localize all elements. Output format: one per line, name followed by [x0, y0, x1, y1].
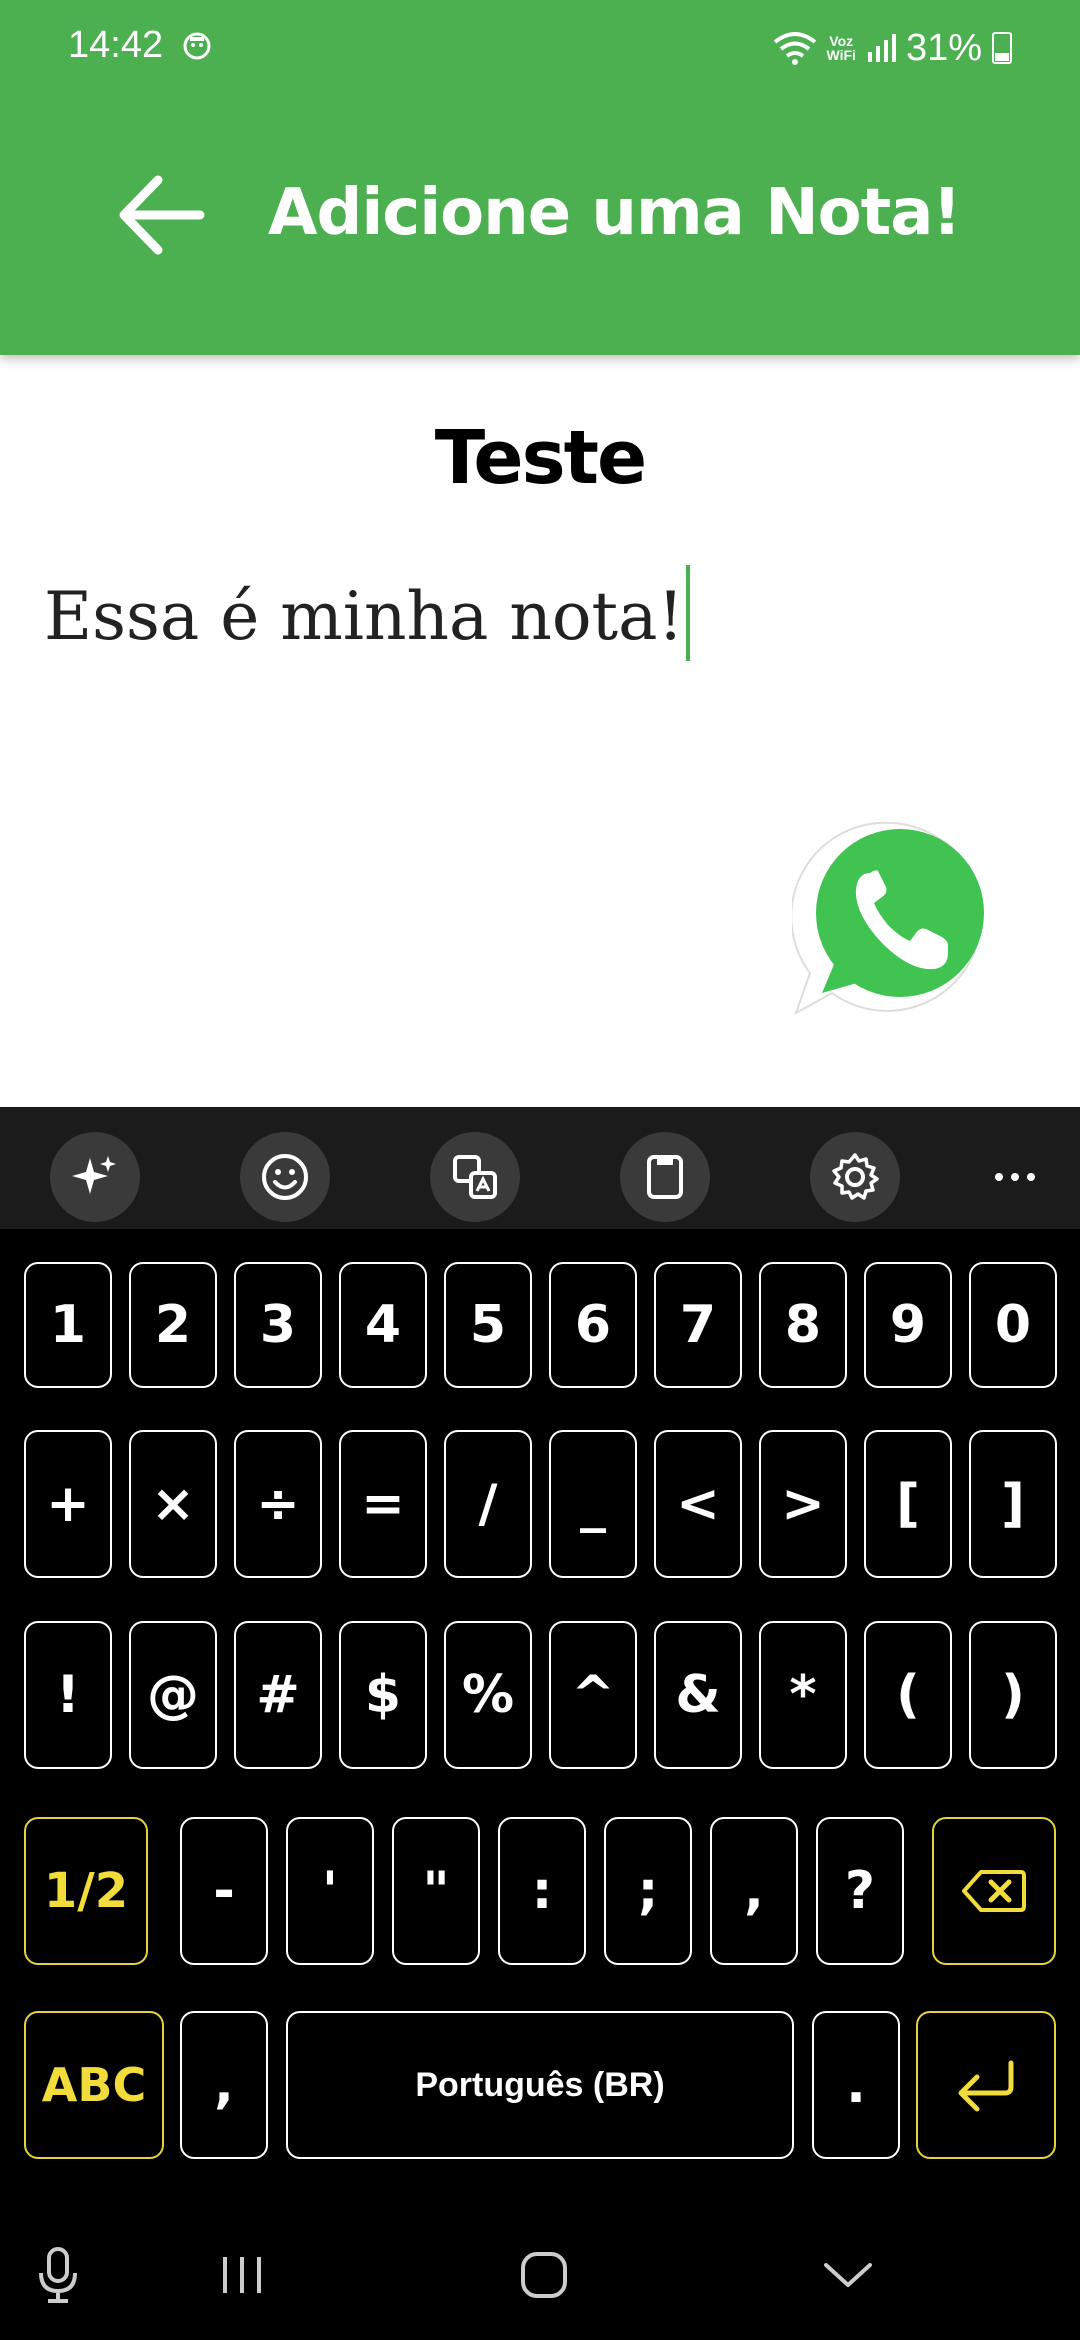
page-title: Adicione uma Nota!	[268, 176, 962, 250]
key-dollar[interactable]: $	[339, 1621, 427, 1769]
clipboard-button[interactable]	[620, 1132, 710, 1222]
hide-keyboard-button[interactable]	[808, 2235, 888, 2315]
status-icons: Voz WiFi 31%	[773, 20, 1012, 76]
key-percent[interactable]: %	[444, 1621, 532, 1769]
status-bar: 14:42 Voz WiFi 31%	[0, 0, 1080, 96]
note-title-field[interactable]: Teste	[0, 415, 1080, 501]
app-bar: 14:42 Voz WiFi 31% Adicione uma Nota!	[0, 0, 1080, 355]
key-comma-bottom[interactable]: ,	[180, 2011, 268, 2159]
key-2[interactable]: 2	[129, 1262, 217, 1388]
text-cursor	[685, 565, 690, 661]
key-semicolon[interactable]: ;	[604, 1817, 692, 1965]
key-1[interactable]: 1	[24, 1262, 112, 1388]
microphone-icon	[39, 2247, 77, 2303]
voz-label: Voz	[829, 33, 854, 49]
wifi-label: WiFi	[826, 47, 856, 63]
key-double-quote[interactable]: "	[392, 1817, 480, 1965]
keyboard-toolbar	[0, 1107, 1080, 1229]
keyboard-settings-button[interactable]	[810, 1132, 900, 1222]
voz-wifi-icon: Voz WiFi	[827, 34, 856, 62]
status-time: 14:42	[68, 24, 164, 66]
note-editor: Teste Essa é minha nota!	[0, 355, 1080, 1107]
key-divide[interactable]: ÷	[234, 1430, 322, 1578]
clipboard-icon	[647, 1155, 683, 1199]
enter-icon	[958, 2060, 1014, 2112]
smiley-icon	[262, 1154, 308, 1200]
gear-icon	[832, 1153, 879, 1200]
symbol-keyboard: 1 2 3 4 5 6 7 8 9 0 + × ÷ = / _ < > [ ] …	[0, 1229, 1080, 2340]
key-3[interactable]: 3	[234, 1262, 322, 1388]
signal-icon	[867, 34, 896, 62]
key-comma[interactable]: ,	[710, 1817, 798, 1965]
key-period[interactable]: .	[812, 2011, 900, 2159]
key-question[interactable]: ?	[816, 1817, 904, 1965]
battery-percent: 31%	[905, 26, 982, 69]
more-options-button[interactable]	[970, 1132, 1060, 1222]
system-nav-bar	[0, 2215, 1080, 2340]
key-0[interactable]: 0	[969, 1262, 1057, 1388]
battery-icon	[992, 32, 1012, 64]
key-slash[interactable]: /	[444, 1430, 532, 1578]
whatsapp-share-button[interactable]	[792, 817, 992, 1017]
sparkle-icon	[72, 1156, 116, 1194]
key-right-bracket[interactable]: ]	[969, 1430, 1057, 1578]
key-multiply[interactable]: ×	[129, 1430, 217, 1578]
key-5[interactable]: 5	[444, 1262, 532, 1388]
key-left-bracket[interactable]: [	[864, 1430, 952, 1578]
voice-input-button[interactable]	[18, 2235, 98, 2315]
key-at[interactable]: @	[129, 1621, 217, 1769]
key-exclamation[interactable]: !	[24, 1621, 112, 1769]
recents-icon	[223, 2257, 261, 2293]
more-dots-icon	[995, 1173, 1035, 1181]
key-apostrophe[interactable]: '	[286, 1817, 374, 1965]
key-ampersand[interactable]: &	[654, 1621, 742, 1769]
translate-icon	[453, 1155, 497, 1199]
key-hash[interactable]: #	[234, 1621, 322, 1769]
key-plus[interactable]: +	[24, 1430, 112, 1578]
key-6[interactable]: 6	[549, 1262, 637, 1388]
enter-key[interactable]	[916, 2011, 1056, 2159]
key-greater-than[interactable]: >	[759, 1430, 847, 1578]
key-colon[interactable]: :	[498, 1817, 586, 1965]
backspace-icon	[962, 1870, 1026, 1912]
key-right-paren[interactable]: )	[969, 1621, 1057, 1769]
notification-icon	[183, 32, 211, 60]
page-toggle-key[interactable]: 1/2	[24, 1817, 148, 1965]
key-4[interactable]: 4	[339, 1262, 427, 1388]
note-body-field[interactable]: Essa é minha nota!	[44, 565, 690, 661]
key-underscore[interactable]: _	[549, 1430, 637, 1578]
abc-key[interactable]: ABC	[24, 2011, 164, 2159]
key-7[interactable]: 7	[654, 1262, 742, 1388]
emoji-button[interactable]	[240, 1132, 330, 1222]
key-9[interactable]: 9	[864, 1262, 952, 1388]
translate-button[interactable]	[430, 1132, 520, 1222]
space-key[interactable]: Português (BR)	[286, 2011, 794, 2159]
home-button[interactable]	[504, 2235, 584, 2315]
ai-sparkle-button[interactable]	[50, 1132, 140, 1222]
key-caret[interactable]: ^	[549, 1621, 637, 1769]
key-equals[interactable]: =	[339, 1430, 427, 1578]
key-hyphen[interactable]: -	[180, 1817, 268, 1965]
recents-button[interactable]	[202, 2235, 282, 2315]
key-asterisk[interactable]: *	[759, 1621, 847, 1769]
home-icon	[521, 2252, 567, 2298]
key-8[interactable]: 8	[759, 1262, 847, 1388]
wifi-icon	[773, 32, 816, 65]
key-left-paren[interactable]: (	[864, 1621, 952, 1769]
backspace-key[interactable]	[932, 1817, 1056, 1965]
back-arrow-icon[interactable]	[112, 160, 212, 270]
note-body-text: Essa é minha nota!	[44, 578, 684, 655]
chevron-down-icon	[824, 2263, 872, 2287]
key-less-than[interactable]: <	[654, 1430, 742, 1578]
